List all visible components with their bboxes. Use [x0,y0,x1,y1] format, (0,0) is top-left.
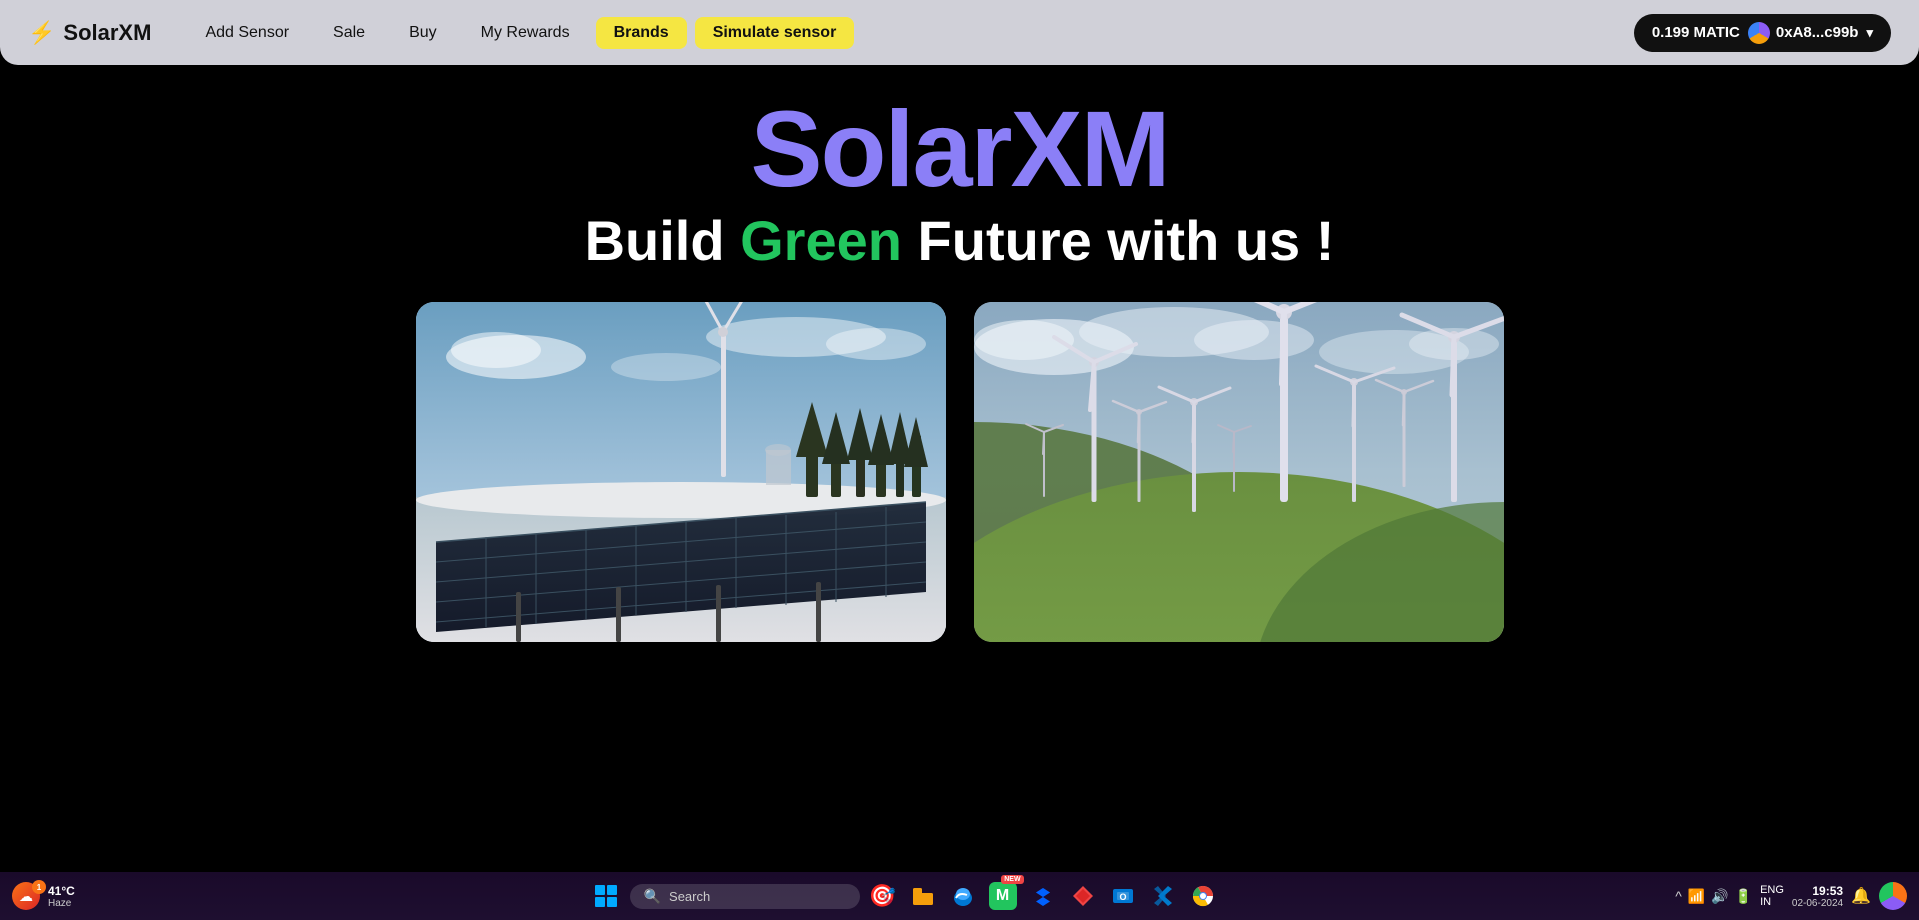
main-content: SolarXM Build Green Future with us ! [0,65,1919,872]
user-avatar-taskbar[interactable] [1879,882,1907,910]
taskbar-app-emoji[interactable]: 🎯 [866,879,900,913]
win-sq4 [607,897,617,907]
taskbar-emoji-icon: 🎯 [866,879,900,913]
logo[interactable]: ⚡ SolarXM [28,20,151,46]
navbar: ⚡ SolarXM Add Sensor Sale Buy My Rewards… [0,0,1919,65]
app-icon-green: M [989,882,1017,910]
nav-links: Add Sensor Sale Buy My Rewards Brands Si… [187,17,1633,49]
taskbar-search[interactable]: 🔍 Search [630,884,860,909]
taskbar-red-app[interactable] [1066,879,1100,913]
weather-temp: 41°C [48,884,75,898]
nav-add-sensor[interactable]: Add Sensor [187,17,307,49]
win-sq1 [595,885,605,895]
file-manager-icon [906,879,940,913]
wallet-button[interactable]: 0.199 MATIC 0xA8...c99b ▾ [1634,14,1891,52]
locale-info: ENG IN [1760,884,1784,908]
taskbar-left: ☁ 1 41°C Haze [12,882,132,910]
taskbar-search-text: Search [669,889,710,904]
hero-subtitle-green: Green [740,209,902,272]
taskbar: ☁ 1 41°C Haze 🔍 Search 🎯 [0,872,1919,920]
dropbox-icon [1026,879,1060,913]
weather-desc: Haze [48,898,75,909]
windows-start-button[interactable] [588,878,624,914]
wind-farm-image [974,302,1504,642]
solar-scene [416,302,946,642]
win-sq3 [595,897,605,907]
new-badge-app-icon: M NEW [986,879,1020,913]
nav-simulate-sensor[interactable]: Simulate sensor [695,17,855,49]
weather-info: 41°C Haze [48,884,75,909]
clock-time: 19:53 [1792,884,1843,898]
datetime-display[interactable]: 19:53 02-06-2024 [1792,884,1843,909]
nav-brands[interactable]: Brands [596,17,687,49]
weather-icon-wrap: ☁ 1 [12,882,44,910]
taskbar-chrome[interactable] [1186,879,1220,913]
chevron-down-icon: ▾ [1866,25,1873,41]
search-icon: 🔍 [644,888,661,905]
bolt-icon: ⚡ [28,20,55,46]
taskbar-file-manager[interactable] [906,879,940,913]
hero-subtitle: Build Green Future with us ! [585,207,1335,274]
up-arrow-icon[interactable]: ^ [1675,888,1682,904]
wallet-matic-amount: 0.199 MATIC [1652,24,1740,41]
weather-badge: 1 [32,880,46,894]
wallet-address-text: 0xA8...c99b [1776,24,1859,41]
locale-text: ENG [1760,884,1784,896]
notification-icon[interactable]: 🔔 [1851,886,1871,906]
red-diamond-icon [1066,879,1100,913]
wallet-address-area: 0xA8...c99b ▾ [1748,22,1873,44]
chrome-icon [1186,879,1220,913]
nav-sale[interactable]: Sale [315,17,383,49]
volume-icon[interactable]: 🔊 [1711,888,1728,905]
nav-buy[interactable]: Buy [391,17,455,49]
solar-svg [416,302,946,642]
svg-text:O: O [1119,892,1126,902]
hero-subtitle-part1: Build [585,209,741,272]
taskbar-center: 🔍 Search 🎯 M NEW [132,878,1675,914]
new-badge: NEW [1001,875,1023,884]
locale-region: IN [1760,896,1784,908]
clock-date: 02-06-2024 [1792,898,1843,909]
taskbar-vscode[interactable] [1146,879,1180,913]
battery-icon[interactable]: 🔋 [1735,888,1752,905]
taskbar-app-new[interactable]: M NEW [986,879,1020,913]
wind-scene [974,302,1504,642]
outlook-icon: O [1106,879,1140,913]
vscode-icon [1146,879,1180,913]
logo-text: SolarXM [63,20,151,46]
system-tray: ^ 📶 🔊 🔋 [1675,888,1752,905]
wind-svg [974,302,1504,642]
taskbar-outlook[interactable]: O [1106,879,1140,913]
windows-logo-icon [595,885,617,907]
wallet-avatar-icon [1748,22,1770,44]
hero-images-row [416,302,1504,642]
taskbar-dropbox[interactable] [1026,879,1060,913]
network-icon[interactable]: 📶 [1688,888,1705,905]
taskbar-edge-browser[interactable] [946,879,980,913]
hero-subtitle-part2: Future with us ! [902,209,1334,272]
edge-icon [946,879,980,913]
win-sq2 [607,885,617,895]
nav-my-rewards[interactable]: My Rewards [463,17,588,49]
solar-panel-image [416,302,946,642]
hero-title: SolarXM [750,95,1168,203]
weather-widget: ☁ 1 41°C Haze [12,882,75,910]
taskbar-right: ^ 📶 🔊 🔋 ENG IN 19:53 02-06-2024 🔔 [1675,882,1907,910]
